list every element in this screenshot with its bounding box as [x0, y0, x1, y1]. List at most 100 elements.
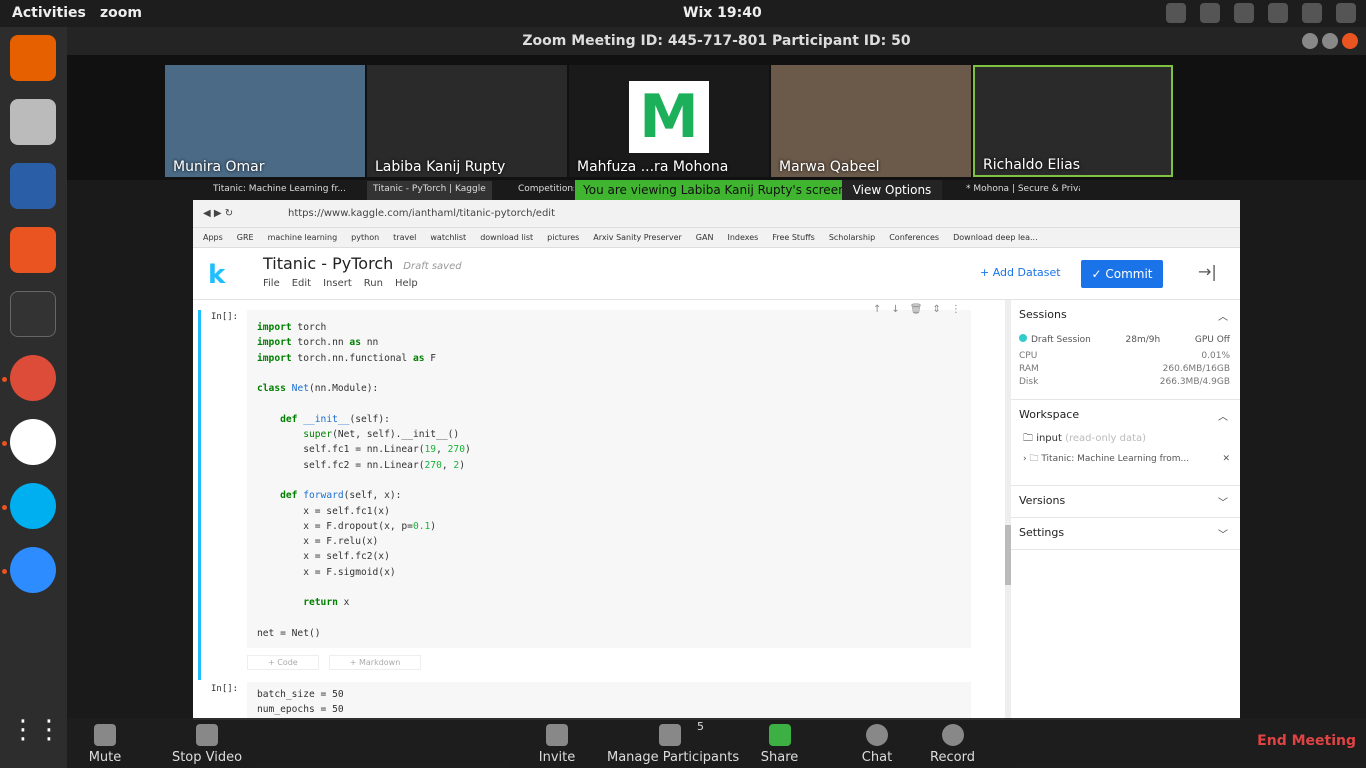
system-top-bar: Activities zoom Wix 19:40 [0, 0, 1366, 27]
files-icon[interactable] [10, 99, 56, 145]
bookmark-item[interactable]: watchlist [430, 228, 466, 247]
chat-button[interactable]: Chat [857, 718, 897, 765]
menu-run[interactable]: Run [364, 278, 383, 289]
bookmark-item[interactable]: Conferences [889, 228, 939, 247]
chevron-down-icon[interactable]: ﹀ [1218, 526, 1228, 541]
bookmark-item[interactable]: Free Stuffs [772, 228, 814, 247]
menu-file[interactable]: File [263, 278, 280, 289]
chrome-icon[interactable] [10, 355, 56, 401]
stop-video-button[interactable]: Stop Video [167, 718, 247, 765]
chevron-up-icon[interactable]: ︿ [1218, 308, 1228, 323]
bookmark-item[interactable]: python [351, 228, 379, 247]
nav-arrows-icon[interactable]: ◀ ▶ ↻ [203, 200, 233, 228]
zoom-tray-icon[interactable] [1166, 3, 1186, 23]
participant-name: Marwa Qabeel [779, 159, 880, 175]
delete-icon[interactable]: 🗑 [910, 304, 923, 315]
dataset-item[interactable]: › 🗀 Titanic: Machine Learning from... ✕ [1011, 448, 1240, 470]
bookmark-item[interactable]: travel [393, 228, 416, 247]
record-button[interactable]: Record [930, 718, 975, 765]
chevron-down-icon[interactable]: ﹀ [1218, 494, 1228, 509]
workspace-header[interactable]: Workspace [1011, 400, 1240, 430]
video-icon [196, 724, 218, 746]
participant-tile[interactable]: Munira Omar [165, 65, 365, 177]
add-code-button[interactable]: + Code [247, 655, 319, 670]
menu-insert[interactable]: Insert [323, 278, 352, 289]
volume-icon[interactable] [1302, 3, 1322, 23]
collapse-icon[interactable]: ⇕ [932, 304, 940, 315]
address-bar[interactable]: ◀ ▶ ↻ https://www.kaggle.com/ianthaml/ti… [193, 200, 1240, 228]
participant-strip: Munira Omar Labiba Kanij Rupty M Mahfuza… [67, 55, 1366, 180]
menu-help[interactable]: Help [395, 278, 418, 289]
participant-tile[interactable]: Marwa Qabeel [771, 65, 971, 177]
more-icon[interactable]: ⋮ [951, 304, 961, 315]
workspace-section: Workspace ︿ 🗀 input (read-only data) › 🗀 … [1011, 400, 1240, 486]
participant-tile[interactable]: M Mahfuza ...ra Mohona [569, 65, 769, 177]
browser-tab[interactable]: * Mohona | Secure & Private [960, 181, 1080, 200]
software-center-icon[interactable] [10, 227, 56, 273]
kaggle-logo[interactable]: k [208, 260, 225, 290]
network-icon[interactable] [1268, 3, 1288, 23]
move-up-icon[interactable]: ↑ [873, 304, 881, 315]
gpu-status[interactable]: GPU Off [1195, 330, 1230, 350]
remove-icon[interactable]: ✕ [1222, 448, 1230, 470]
minimize-icon[interactable] [1302, 33, 1318, 49]
clock[interactable]: Wix 19:40 [683, 5, 762, 21]
share-icon [768, 724, 791, 746]
avatar: M [629, 81, 709, 153]
versions-section[interactable]: Versions ﹀ [1011, 486, 1240, 518]
activities-button[interactable]: Activities [12, 5, 86, 21]
bookmark-item[interactable]: Arxiv Sanity Preserver [593, 228, 682, 247]
slack-icon[interactable] [10, 419, 56, 465]
zoom-icon[interactable] [10, 547, 56, 593]
terminal-icon[interactable] [10, 291, 56, 337]
bookmark-item[interactable]: download list [480, 228, 533, 247]
chevron-up-icon[interactable]: ︿ [1218, 408, 1228, 423]
bookmark-item[interactable]: pictures [547, 228, 579, 247]
collapse-panel-icon[interactable]: →| [1198, 262, 1217, 281]
bookmark-item[interactable]: Scholarship [829, 228, 875, 247]
power-icon[interactable] [1336, 3, 1356, 23]
bookmark-item[interactable]: Apps [203, 228, 223, 247]
view-options-button[interactable]: View Options [842, 180, 942, 200]
commit-button[interactable]: ✓ Commit [1081, 260, 1163, 288]
bookmark-item[interactable]: Indexes [727, 228, 758, 247]
meeting-id: Zoom Meeting ID: 445-717-801 Participant… [522, 33, 911, 49]
slack-tray-icon[interactable] [1234, 3, 1254, 23]
firefox-icon[interactable] [10, 35, 56, 81]
participant-tile[interactable]: Labiba Kanij Rupty [367, 65, 567, 177]
notebook-title[interactable]: Titanic - PyTorch Draft saved [263, 254, 462, 273]
participants-button[interactable]: Manage Participants 5 [607, 718, 739, 765]
skype-icon[interactable] [10, 483, 56, 529]
move-down-icon[interactable]: ↓ [891, 304, 899, 315]
add-dataset-button[interactable]: + Add Dataset [980, 266, 1061, 279]
writer-icon[interactable] [10, 163, 56, 209]
invite-button[interactable]: Invite [537, 718, 577, 765]
browser-tab[interactable]: Competitions | [512, 181, 574, 200]
share-button[interactable]: Share [757, 718, 802, 765]
input-folder[interactable]: 🗀 input (read-only data) [1011, 430, 1240, 448]
code-cell[interactable]: batch_size = 50 num_epochs = 50 learning… [247, 682, 971, 720]
maximize-icon[interactable] [1322, 33, 1338, 49]
add-markdown-button[interactable]: + Markdown [328, 655, 422, 670]
bookmark-item[interactable]: Download deep lea... [953, 228, 1038, 247]
show-apps-icon[interactable]: ⋮⋮ [10, 715, 62, 761]
kaggle-header: k Titanic - PyTorch Draft saved File Edit… [193, 248, 1240, 300]
settings-section[interactable]: Settings ﹀ [1011, 518, 1240, 550]
bookmark-item[interactable]: GAN [696, 228, 714, 247]
end-meeting-button[interactable]: End Meeting [1257, 733, 1356, 749]
url-text[interactable]: https://www.kaggle.com/ianthaml/titanic-… [288, 208, 555, 219]
browser-tab-active[interactable]: Titanic - PyTorch | Kaggle [367, 181, 492, 200]
sessions-header[interactable]: Sessions [1011, 300, 1240, 330]
mute-button[interactable]: Mute [85, 718, 125, 765]
bookmark-item[interactable]: GRE [237, 228, 254, 247]
close-icon[interactable] [1342, 33, 1358, 49]
menu-edit[interactable]: Edit [292, 278, 311, 289]
code-cell[interactable]: import torch import torch.nn as nn impor… [247, 310, 971, 648]
invite-icon [546, 724, 568, 746]
participant-count: 5 [697, 720, 704, 733]
skype-tray-icon[interactable] [1200, 3, 1220, 23]
bookmark-item[interactable]: machine learning [268, 228, 338, 247]
browser-tab[interactable]: Titanic: Machine Learning fr... [207, 181, 347, 200]
app-menu[interactable]: zoom [100, 5, 142, 21]
participant-tile-active[interactable]: Richaldo Elias [973, 65, 1173, 177]
